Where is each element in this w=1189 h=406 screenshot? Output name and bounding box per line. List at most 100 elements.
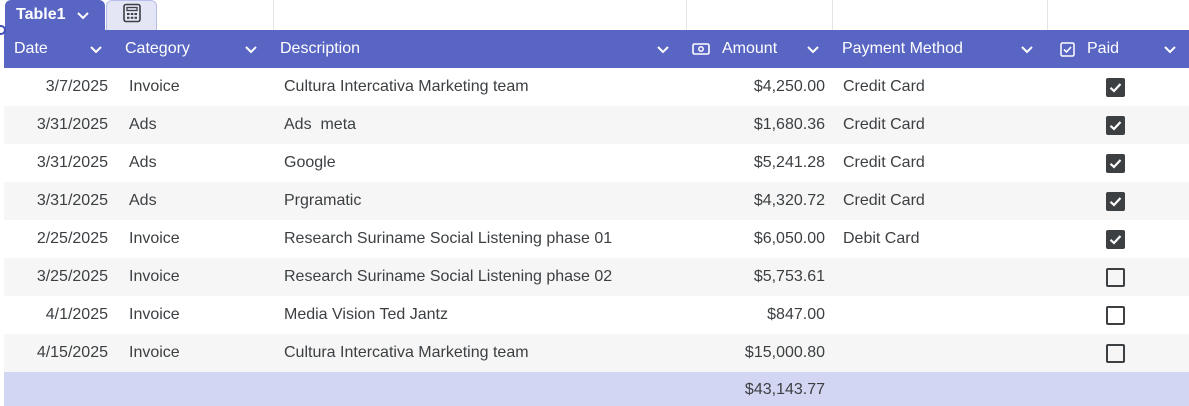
description-cell[interactable]: Prgramatic	[270, 182, 682, 220]
date-cell[interactable]: 3/7/2025	[4, 68, 115, 106]
category-cell[interactable]: Ads	[115, 182, 270, 220]
chevron-down-icon[interactable]	[76, 8, 90, 22]
table-name-tab[interactable]: Table1	[5, 0, 105, 30]
description-cell[interactable]: Google	[270, 144, 682, 182]
paid-cell	[1046, 144, 1189, 182]
table-name-label: Table1	[16, 6, 66, 23]
total-empty-cell	[1046, 372, 1189, 406]
payment-method-cell[interactable]	[832, 296, 1046, 334]
paid-cell	[1046, 334, 1189, 372]
paid-cell	[1046, 68, 1189, 106]
paid-checkbox[interactable]	[1106, 153, 1125, 173]
column-header-label: Payment Method	[842, 40, 963, 57]
paid-checkbox[interactable]	[1106, 267, 1125, 287]
description-cell[interactable]: Research Suriname Social Listening phase…	[270, 258, 682, 296]
amount-cell[interactable]: $5,241.28	[682, 144, 832, 182]
paid-checkbox[interactable]	[1106, 191, 1125, 211]
paid-checkbox[interactable]	[1106, 115, 1125, 135]
date-cell[interactable]: 4/1/2025	[4, 296, 115, 334]
amount-total-cell[interactable]: $43,143.77	[682, 372, 832, 406]
calculator-button[interactable]	[106, 0, 157, 30]
column-header-label: Date	[14, 40, 48, 57]
table-row: 3/25/2025 Invoice Research Suriname Soci…	[4, 258, 1189, 296]
chevron-down-icon[interactable]	[655, 41, 671, 57]
column-header-category[interactable]: Category	[115, 30, 270, 68]
category-cell[interactable]: Invoice	[115, 334, 270, 372]
column-header-label: Category	[125, 40, 190, 57]
amount-cell[interactable]: $5,753.61	[682, 258, 832, 296]
amount-cell[interactable]: $15,000.80	[682, 334, 832, 372]
total-empty-cell	[115, 372, 270, 406]
table-row: 4/1/2025 Invoice Media Vision Ted Jantz …	[4, 296, 1189, 334]
column-header-label: Amount	[722, 40, 778, 57]
paid-cell	[1046, 296, 1189, 334]
description-cell[interactable]: Cultura Intercativa Marketing team	[270, 334, 682, 372]
paid-cell	[1046, 106, 1189, 144]
description-cell[interactable]: Research Suriname Social Listening phase…	[270, 220, 682, 258]
payment-method-cell[interactable]: Credit Card	[832, 68, 1046, 106]
date-cell[interactable]: 2/25/2025	[4, 220, 115, 258]
table-header-row: Date Category Description Amount Payment…	[4, 30, 1189, 68]
table-row: 3/31/2025 Ads Google $5,241.28 Credit Ca…	[4, 144, 1189, 182]
payment-method-cell[interactable]: Debit Card	[832, 220, 1046, 258]
total-empty-cell	[832, 372, 1046, 406]
chevron-down-icon[interactable]	[243, 41, 259, 57]
payment-method-cell[interactable]: Credit Card	[832, 182, 1046, 220]
gridline	[1047, 0, 1048, 30]
column-header-amount[interactable]: Amount	[682, 30, 832, 68]
chevron-down-icon[interactable]	[1162, 41, 1178, 57]
chevron-down-icon[interactable]	[88, 41, 104, 57]
column-header-label: Description	[280, 40, 361, 57]
paid-checkbox[interactable]	[1106, 77, 1125, 97]
amount-cell[interactable]: $4,250.00	[682, 68, 832, 106]
total-row: $43,143.77	[4, 372, 1189, 406]
payment-method-cell[interactable]: Credit Card	[832, 144, 1046, 182]
date-cell[interactable]: 3/31/2025	[4, 182, 115, 220]
amount-cell[interactable]: $847.00	[682, 296, 832, 334]
table-tab-bar: Table1	[0, 0, 1189, 30]
date-cell[interactable]: 3/31/2025	[4, 144, 115, 182]
gridline	[832, 0, 833, 30]
paid-cell	[1046, 220, 1189, 258]
calculator-icon	[122, 3, 142, 28]
total-empty-cell	[270, 372, 682, 406]
description-cell[interactable]: Media Vision Ted Jantz	[270, 296, 682, 334]
category-cell[interactable]: Invoice	[115, 68, 270, 106]
amount-cell[interactable]: $6,050.00	[682, 220, 832, 258]
paid-checkbox[interactable]	[1106, 229, 1125, 249]
payment-method-cell[interactable]	[832, 258, 1046, 296]
column-header-paid[interactable]: Paid	[1046, 30, 1189, 68]
category-cell[interactable]: Ads	[115, 106, 270, 144]
payment-method-cell[interactable]: Credit Card	[832, 106, 1046, 144]
table-row: 3/31/2025 Ads Ads meta $1,680.36 Credit …	[4, 106, 1189, 144]
column-header-description[interactable]: Description	[270, 30, 682, 68]
payment-method-cell[interactable]	[832, 334, 1046, 372]
paid-checkbox[interactable]	[1106, 305, 1125, 325]
gridline	[273, 0, 274, 30]
category-cell[interactable]: Invoice	[115, 258, 270, 296]
paid-checkbox[interactable]	[1106, 343, 1125, 363]
chevron-down-icon[interactable]	[805, 41, 821, 57]
description-cell[interactable]: Cultura Intercativa Marketing team	[270, 68, 682, 106]
expense-table: Date Category Description Amount Payment…	[4, 30, 1189, 406]
date-cell[interactable]: 3/25/2025	[4, 258, 115, 296]
column-header-date[interactable]: Date	[4, 30, 115, 68]
description-cell[interactable]: Ads meta	[270, 106, 682, 144]
category-cell[interactable]: Invoice	[115, 220, 270, 258]
paid-cell	[1046, 182, 1189, 220]
table-row: 3/7/2025 Invoice Cultura Intercativa Mar…	[4, 68, 1189, 106]
table-row: 4/15/2025 Invoice Cultura Intercativa Ma…	[4, 334, 1189, 372]
checkbox-icon	[1060, 41, 1075, 57]
date-cell[interactable]: 3/31/2025	[4, 106, 115, 144]
chevron-down-icon[interactable]	[1019, 41, 1035, 57]
amount-cell[interactable]: $4,320.72	[682, 182, 832, 220]
total-empty-cell	[4, 372, 115, 406]
gridline	[686, 0, 687, 30]
table-row: 2/25/2025 Invoice Research Suriname Soci…	[4, 220, 1189, 258]
column-header-payment-method[interactable]: Payment Method	[832, 30, 1046, 68]
category-cell[interactable]: Ads	[115, 144, 270, 182]
amount-cell[interactable]: $1,680.36	[682, 106, 832, 144]
date-cell[interactable]: 4/15/2025	[4, 334, 115, 372]
category-cell[interactable]: Invoice	[115, 296, 270, 334]
table-row: 3/31/2025 Ads Prgramatic $4,320.72 Credi…	[4, 182, 1189, 220]
